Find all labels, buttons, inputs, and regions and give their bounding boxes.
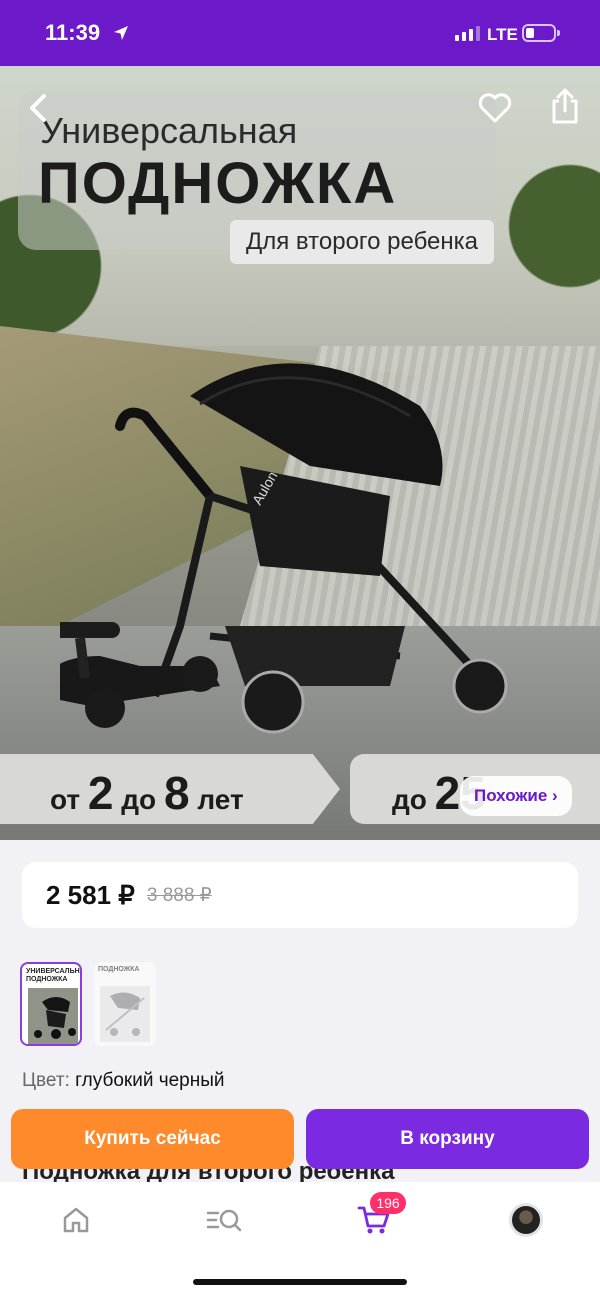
tab-home[interactable]: [54, 1200, 98, 1240]
add-to-cart-button[interactable]: В корзину: [306, 1109, 589, 1169]
home-indicator[interactable]: [193, 1279, 407, 1285]
location-arrow-icon: [114, 26, 128, 40]
heart-icon: [478, 93, 512, 123]
image-subtitle: Для второго ребенка: [230, 220, 495, 264]
thumbnail-1[interactable]: УНИВЕРСАЛЬНАЯ ПОДНОЖКА: [20, 962, 82, 1046]
back-button[interactable]: [16, 86, 60, 130]
product-image[interactable]: Универсальная ПОДНОЖКА Для второго ребен…: [0, 66, 600, 840]
back-icon: [30, 94, 46, 122]
current-price: 2 581 ₽: [46, 879, 135, 910]
similar-products-button[interactable]: Похожие ›: [460, 776, 572, 816]
share-icon: [552, 88, 578, 124]
thumbnail-stroller-image: [28, 988, 78, 1044]
color-value: глубокий черный: [75, 1070, 225, 1091]
image-title-line2: ПОДНОЖКА: [38, 151, 398, 216]
network-type: LTE: [487, 25, 518, 44]
tab-catalog[interactable]: [202, 1200, 246, 1240]
profile-avatar: [509, 1203, 543, 1237]
cart-count-badge: 196: [370, 1192, 406, 1214]
color-label: Цвет:: [22, 1070, 70, 1091]
old-price: 3 888 ₽: [146, 884, 212, 906]
battery-icon: [522, 24, 560, 42]
thumbnail-diagram-image: [100, 986, 150, 1042]
favorite-button[interactable]: [473, 86, 517, 130]
stroller-illustration: Aulon: [60, 363, 508, 734]
buy-now-button[interactable]: Купить сейчас: [11, 1109, 294, 1169]
status-time: 11:39: [45, 20, 101, 45]
catalog-search-icon: [206, 1209, 242, 1232]
signal-strength-icon: [455, 26, 480, 41]
thumbnail-2[interactable]: ПОДНОЖКА: [94, 962, 156, 1046]
home-icon: [63, 1207, 89, 1233]
tab-profile[interactable]: [504, 1200, 548, 1240]
share-button[interactable]: [543, 84, 587, 128]
status-bar: 11:39 LTE: [0, 0, 600, 66]
image-title-line1: Универсальная: [40, 110, 298, 151]
age-range-label: от 2 до 8 лет: [50, 767, 244, 819]
price-card: 2 581 ₽ 3 888 ₽: [22, 862, 578, 928]
color-selector[interactable]: Цвет: глубокий черный: [22, 1070, 225, 1092]
